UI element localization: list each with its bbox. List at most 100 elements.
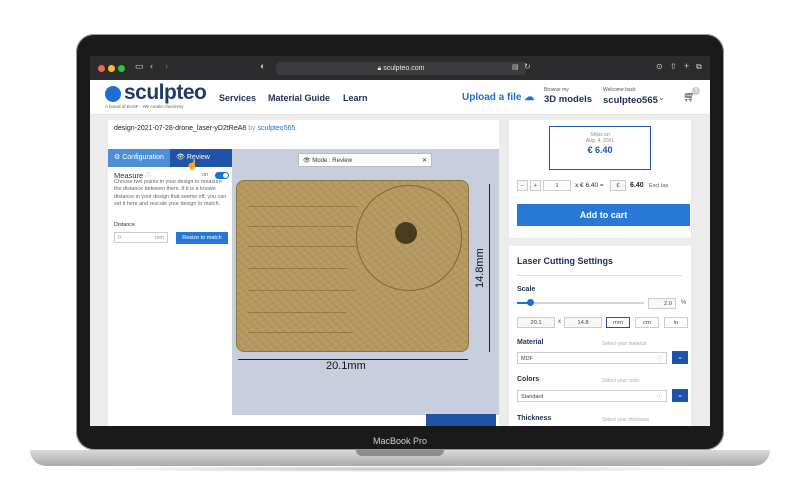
cart-count-badge: 0 <box>692 87 700 95</box>
scale-slider-handle[interactable] <box>527 299 534 306</box>
upload-file-link[interactable]: Upload a file ☁ <box>462 92 534 103</box>
cut-line <box>248 226 353 227</box>
excl-tax-label: Excl tax <box>649 183 669 189</box>
new-tab-icon[interactable]: + <box>684 61 689 71</box>
hand-cursor-icon: ☝ <box>186 160 199 171</box>
color-placeholder: Select your color <box>602 378 640 384</box>
sculpteo-logo[interactable]: sculpteo <box>124 81 207 105</box>
currency-select[interactable]: € <box>610 180 626 191</box>
cut-line <box>248 332 352 333</box>
download-icon[interactable]: ⊙ <box>656 62 663 71</box>
height-dimension: 14.8mm <box>474 248 486 288</box>
color-dropdown-button[interactable]: ⌄ <box>672 389 688 402</box>
close-window-button[interactable] <box>98 65 105 72</box>
scale-input[interactable]: 2.0 <box>648 298 676 309</box>
viewer-toolbar[interactable] <box>426 414 496 426</box>
dim-separator: x <box>558 319 561 325</box>
info-icon[interactable]: ⓘ <box>656 391 662 403</box>
by-label: by <box>248 125 256 132</box>
nav-services[interactable]: Services <box>219 93 256 103</box>
gear-icon: ⚙ <box>114 154 123 161</box>
distance-value: 0 <box>118 235 122 241</box>
measure-help-text: Choose two points in your design to meas… <box>114 179 227 208</box>
height-dimension-line <box>489 184 490 352</box>
qty-decrease-button[interactable]: − <box>517 180 528 191</box>
reload-icon[interactable]: ↻ <box>524 62 531 71</box>
distance-input[interactable]: 0 mm <box>114 232 168 243</box>
material-value: MDF <box>521 356 533 362</box>
measure-toggle[interactable] <box>215 172 229 179</box>
qty-increase-button[interactable]: + <box>530 180 541 191</box>
material-placeholder: Select your material <box>602 341 647 347</box>
material-label: Material <box>517 339 544 346</box>
material-select[interactable]: MDF ⓘ <box>517 352 667 364</box>
color-select[interactable]: Standard ⓘ <box>517 390 667 402</box>
settings-title: Laser Cutting Settings <box>517 256 614 266</box>
option-price: € 6.40 <box>587 145 613 155</box>
my-3d-models-link[interactable]: 3D models <box>544 94 592 105</box>
thickness-placeholder: Select your thickness <box>602 417 650 423</box>
cut-line <box>248 268 348 269</box>
toggle-on-label: on <box>202 172 209 178</box>
color-value: Standard <box>521 394 544 400</box>
info-icon[interactable]: ⓘ <box>656 353 662 365</box>
cut-line <box>248 312 346 313</box>
tab-configuration-label: Configuration <box>122 154 164 161</box>
nav-learn[interactable]: Learn <box>343 93 368 103</box>
add-to-cart-button[interactable]: Add to cart <box>517 204 690 226</box>
colors-label: Colors <box>517 376 540 383</box>
username[interactable]: sculpteo565 <box>603 95 658 106</box>
share-icon[interactable]: ⇧ <box>670 62 677 71</box>
back-icon[interactable]: ‹ <box>150 61 153 71</box>
welcome-small: Welcome back <box>603 87 636 93</box>
cut-line <box>248 206 358 207</box>
screen: ▭ ‹ › ◐ 🔒︎ sculpteo.com ▤ ↻ ⊙ ⇧ + ⧉ scul… <box>90 56 710 426</box>
thickness-label: Thickness <box>517 415 552 422</box>
unit-cm-button[interactable]: cm <box>635 317 659 328</box>
url-text: sculpteo.com <box>383 65 425 72</box>
delivery-option-card[interactable]: Ships on Aug. 4, 2021 € 6.40 <box>549 126 651 170</box>
total-price: 6.40 <box>630 182 644 189</box>
unit-in-button[interactable]: in <box>664 317 688 328</box>
shield-icon[interactable]: ◐ <box>260 61 265 71</box>
design-title-row: design-2021-07-28-drone_laser-yD2tReA8 b… <box>114 125 295 132</box>
unit-mm-button[interactable]: mm <box>606 317 630 328</box>
sculpteo-logo-icon <box>105 86 121 102</box>
engraved-logo-icon <box>395 222 417 244</box>
material-dropdown-button[interactable]: ⌄ <box>672 351 688 364</box>
distance-label: Distance <box>114 222 135 228</box>
cut-line <box>248 290 356 291</box>
divider <box>517 275 682 276</box>
quantity-input[interactable]: 1 <box>543 180 571 191</box>
laptop-notch <box>356 450 444 456</box>
design-title: design-2021-07-28-drone_laser-yD2tReA8 <box>114 125 247 132</box>
laptop-shadow <box>60 466 740 472</box>
close-icon[interactable]: ✕ <box>422 154 427 168</box>
address-bar[interactable]: 🔒︎ sculpteo.com <box>276 62 526 75</box>
device-label: MacBook Pro <box>372 436 428 446</box>
chevron-down-icon[interactable]: ⌄ <box>658 93 665 102</box>
cut-line <box>248 246 358 247</box>
upload-label: Upload a file <box>462 92 522 103</box>
nav-material-guide[interactable]: Material Guide <box>268 93 330 103</box>
tab-configuration[interactable]: ⚙ Configuration <box>108 149 170 167</box>
cloud-upload-icon: ☁ <box>524 92 535 103</box>
width-dimension: 20.1mm <box>326 360 366 372</box>
author-link[interactable]: sculpteo565 <box>258 125 296 132</box>
minimize-window-button[interactable] <box>108 65 115 72</box>
forward-icon[interactable]: › <box>165 61 168 71</box>
width-input[interactable]: 20.1 <box>517 317 555 328</box>
scale-slider-track[interactable] <box>517 302 644 304</box>
mode-label: Mode : Review <box>312 158 352 164</box>
maximize-window-button[interactable] <box>118 65 125 72</box>
tab-review[interactable]: 👁︎ Review <box>170 149 232 167</box>
translate-icon[interactable]: ▤ <box>512 63 519 71</box>
scale-label: Scale <box>517 286 536 293</box>
distance-unit: mm <box>154 235 164 241</box>
height-input[interactable]: 14.8 <box>564 317 602 328</box>
tabs-overview-icon[interactable]: ⧉ <box>696 62 702 72</box>
sidebar-icon[interactable]: ▭ <box>135 61 144 72</box>
resize-to-match-button[interactable]: Resize to match <box>176 232 228 244</box>
tagline: A brand of BASF - We create chemistry <box>105 104 184 109</box>
browse-small: Browse my <box>544 87 569 93</box>
